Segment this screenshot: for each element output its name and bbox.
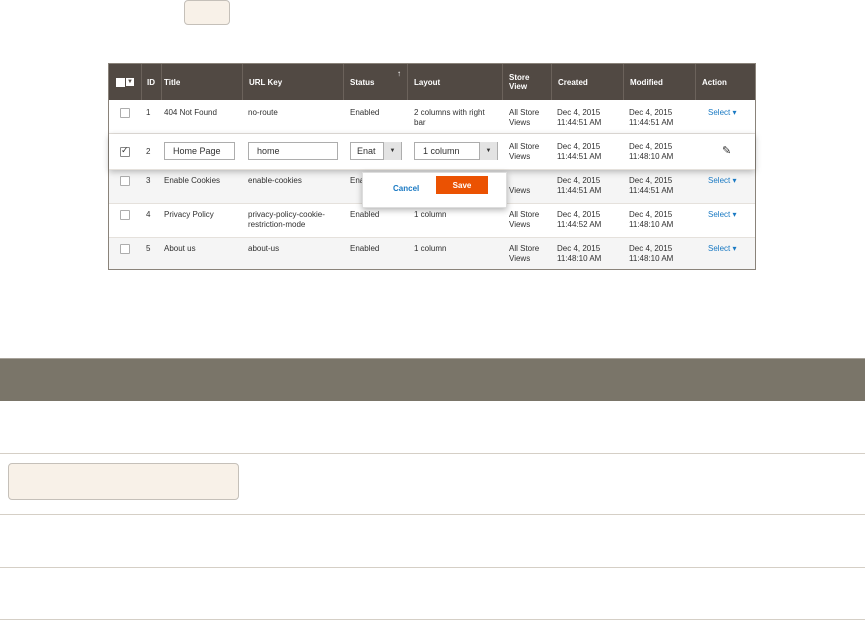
mass-select-checkbox[interactable] bbox=[116, 77, 125, 87]
top-placeholder-chip bbox=[184, 0, 230, 25]
row-checkbox[interactable] bbox=[120, 210, 130, 220]
row-checkbox[interactable] bbox=[120, 244, 130, 254]
cancel-button[interactable]: Cancel bbox=[393, 184, 419, 193]
mass-select-control[interactable]: ▼ bbox=[109, 64, 141, 100]
title-input[interactable]: Home Page bbox=[164, 142, 235, 160]
row-checkbox-checked[interactable] bbox=[120, 145, 130, 157]
col-created[interactable]: Created bbox=[552, 64, 624, 100]
pencil-edit-icon[interactable]: ✎ bbox=[722, 144, 731, 157]
col-store-view[interactable]: Store View bbox=[503, 64, 551, 100]
table-row: 1 404 Not Found no-route Enabled 2 colum… bbox=[109, 100, 755, 134]
divider bbox=[0, 453, 865, 454]
table-row-inline-edit: 2 Home Page home Enat ▼ 1 column ▼ All S… bbox=[109, 134, 755, 170]
row-action-select[interactable]: Select ▾ bbox=[708, 244, 736, 253]
col-layout[interactable]: Layout bbox=[408, 64, 503, 100]
col-modified[interactable]: Modified bbox=[624, 64, 696, 100]
table-row: 5 About us about-us Enabled 1 column All… bbox=[109, 238, 755, 269]
row-checkbox[interactable] bbox=[120, 108, 130, 118]
cms-pages-grid: ▼ ID Title URL Key Status ↑ Layout Store… bbox=[108, 63, 756, 270]
chevron-down-icon[interactable]: ▼ bbox=[383, 142, 401, 160]
table-row: 4 Privacy Policy privacy-policy-cookie- … bbox=[109, 204, 755, 238]
chevron-down-icon[interactable]: ▼ bbox=[126, 78, 134, 86]
col-action: Action bbox=[702, 77, 727, 87]
col-title[interactable]: Title bbox=[158, 64, 242, 100]
row-action-select[interactable]: Select ▾ bbox=[708, 176, 736, 185]
col-url-key[interactable]: URL Key bbox=[243, 64, 343, 100]
bottom-placeholder-chip bbox=[8, 463, 239, 500]
divider bbox=[0, 514, 865, 515]
layout-select[interactable]: 1 column ▼ bbox=[414, 142, 498, 160]
row-checkbox[interactable] bbox=[120, 176, 130, 186]
save-button[interactable]: Save bbox=[436, 176, 488, 194]
chevron-down-icon[interactable]: ▼ bbox=[479, 142, 497, 160]
divider bbox=[0, 567, 865, 568]
url-key-input[interactable]: home bbox=[248, 142, 338, 160]
sort-asc-icon: ↑ bbox=[397, 69, 401, 78]
table-header-bar bbox=[0, 358, 865, 401]
status-select[interactable]: Enat ▼ bbox=[350, 142, 402, 160]
inline-edit-actions: Cancel Save bbox=[362, 172, 507, 208]
divider bbox=[0, 619, 865, 620]
grid-header: ▼ ID Title URL Key Status ↑ Layout Store… bbox=[109, 64, 755, 100]
row-action-select[interactable]: Select ▾ bbox=[708, 210, 736, 219]
row-action-select[interactable]: Select ▾ bbox=[708, 108, 736, 117]
